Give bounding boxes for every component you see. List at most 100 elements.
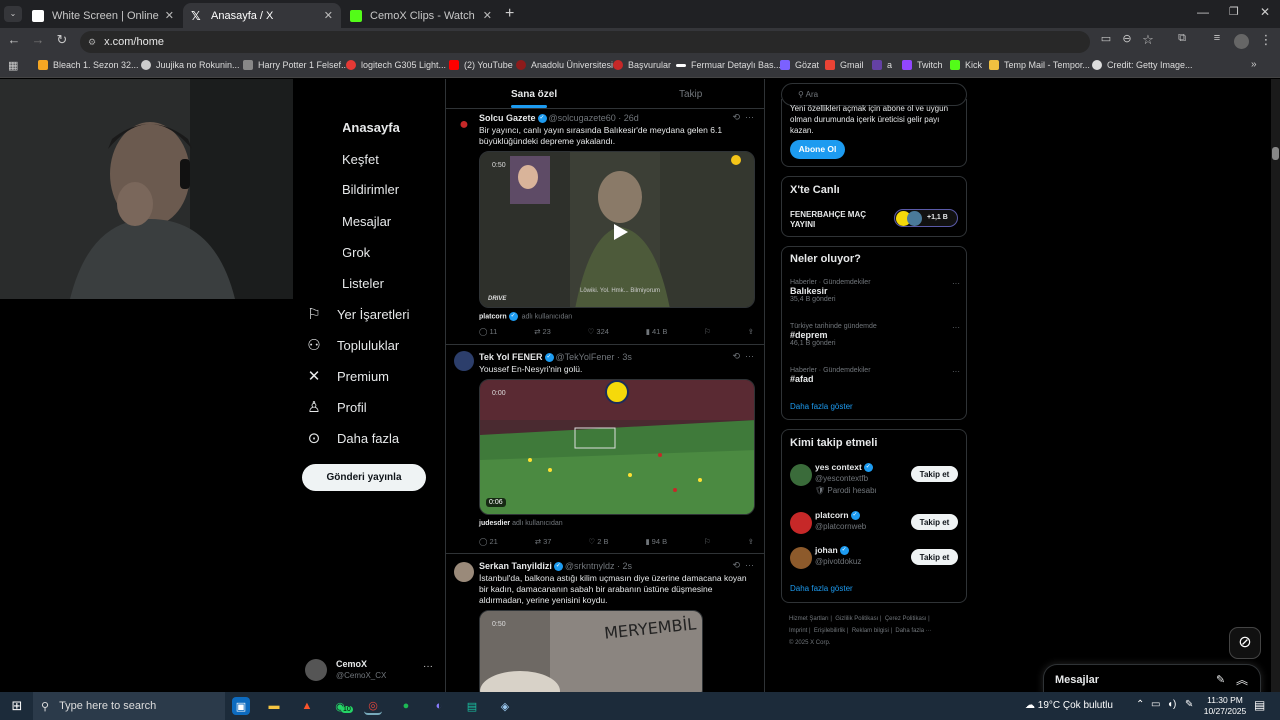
trend-item[interactable]: Haberler · Gündemdekiler Balıkesir 35,4 … [790, 279, 960, 303]
follow-button[interactable]: Takip et [911, 549, 958, 565]
whatsapp-icon[interactable]: ◉ 10 [331, 697, 353, 715]
footer-link[interactable]: Reklam bilgisi [852, 628, 889, 634]
trend-item[interactable]: Haberler · Gündemdekiler #afad ··· [790, 367, 960, 384]
tweet-video[interactable]: 0:00 0:06 [479, 379, 755, 515]
star-icon[interactable]: ☆ [1138, 32, 1158, 48]
tweet-video[interactable]: 0:50 Löwiki. Yol. Hmk... Bilmiyorum DRIV… [479, 151, 755, 308]
grok-icon[interactable]: ⟲ [732, 351, 740, 361]
back-icon[interactable]: ← [4, 32, 24, 47]
bookmark-gozat[interactable]: Gözat [780, 60, 819, 70]
account-switcher[interactable]: CemoX @CemoX_CX ··· [305, 657, 440, 683]
tweet-menu[interactable]: ⟲ ··· [732, 351, 754, 362]
live-avatars[interactable]: +1,1 B [894, 209, 958, 227]
network-icon[interactable]: ▭ [1151, 699, 1160, 710]
tab-for-you[interactable]: Sana özel [511, 89, 557, 100]
bookmark-getty[interactable]: Credit: Getty Image... [1092, 60, 1193, 70]
bookmark-fermuar[interactable]: Fermuar Detaylı Bas... [676, 60, 781, 70]
video-credit[interactable]: platcorn ✓ adlı kullanıcıdan [479, 312, 572, 321]
bookmark-kick[interactable]: Kick [950, 60, 982, 70]
media-controls-icon[interactable]: ≡ [1207, 32, 1227, 44]
post-button[interactable]: Gönderi yayınla [302, 464, 426, 491]
bookmark-anadolu[interactable]: Anadolu Üniversitesi [516, 60, 613, 70]
more-icon[interactable]: ··· [423, 661, 433, 672]
task-view-icon[interactable]: ▣ [232, 697, 250, 715]
bookmark-a[interactable]: a [872, 60, 892, 70]
close-tab-icon[interactable]: ✕ [483, 9, 492, 22]
tweet-avatar[interactable]: ● [454, 115, 474, 135]
tweet-author[interactable]: Tek Yol FENER ✓ @TekYolFener · 3s [479, 352, 632, 363]
trend-item[interactable]: Türkiye tarihinde gündemde #deprem 46,1 … [790, 323, 960, 347]
repost-button[interactable]: ⇄ 37 [535, 537, 552, 546]
suggestion-item[interactable]: platcorn ✓ @platcornweb Takip et [782, 510, 966, 538]
more-icon[interactable]: ··· [745, 112, 754, 122]
grok-icon[interactable]: ⟲ [732, 560, 740, 570]
bookmark-bleach[interactable]: Bleach 1. Sezon 32... [38, 60, 139, 70]
views-button[interactable]: ▮ 41 B [646, 327, 668, 336]
follow-button[interactable]: Takip et [911, 466, 958, 482]
bookmark-basvurular[interactable]: Başvurular [613, 60, 671, 70]
tweet-author[interactable]: Serkan Tanyildizi ✓ @srkntnyldz · 2s [479, 561, 632, 572]
tweet-menu[interactable]: ⟲ ··· [732, 112, 754, 123]
page-scrollbar[interactable] [1271, 79, 1280, 692]
like-button[interactable]: ♡ 2 B [588, 537, 608, 546]
tweet[interactable]: ● Solcu Gazete ✓ @solcugazete60 · 26d ⟲ ··… [446, 109, 764, 345]
views-button[interactable]: ▮ 94 B [645, 537, 667, 546]
tray-overflow-icon[interactable]: ⌃ [1136, 699, 1144, 710]
messages-drawer[interactable]: Mesajlar ✎ ︽ [1043, 664, 1261, 692]
follow-button[interactable]: Takip et [911, 514, 958, 530]
grok-floating-button[interactable]: ⊘ [1229, 627, 1261, 659]
clock[interactable]: 11:30 PM 10/27/2025 [1202, 695, 1248, 717]
nav-profile[interactable]: ♙ Profil [305, 398, 366, 416]
tweet-video[interactable]: 0:50 MERYEMBİL [479, 610, 703, 692]
video-credit[interactable]: judesdier adlı kullanıcıdan [479, 520, 563, 527]
site-info-icon[interactable]: ⚙ [88, 37, 96, 48]
taskbar-search[interactable]: ⚲ Type here to search [33, 692, 225, 720]
grok-icon[interactable]: ⟲ [732, 112, 740, 122]
nav-more[interactable]: ⊙ Daha fazla [305, 429, 399, 447]
volume-icon[interactable]: ◖) [1167, 699, 1176, 710]
more-icon[interactable]: ··· [952, 367, 960, 376]
zoom-icon[interactable]: ⊖ [1117, 32, 1137, 45]
spotify-icon[interactable]: ● [397, 697, 415, 715]
chrome-icon[interactable]: ◎ [364, 697, 382, 715]
discord-icon[interactable]: ◐ [430, 697, 448, 715]
tab-cemox-clips[interactable]: CemoX Clips - Watch Live on K ✕ [342, 3, 500, 28]
share-button[interactable]: ⇪ [748, 327, 754, 336]
bookmark-harry-potter[interactable]: Harry Potter 1 Felsef... [243, 60, 349, 70]
live-event[interactable]: FENERBAHÇE MAÇ YAYINI [790, 210, 870, 230]
tweet-menu[interactable]: ⟲ ··· [732, 560, 754, 571]
scrollbar-thumb[interactable] [1272, 147, 1279, 160]
nav-premium[interactable]: ✕ Premium [305, 367, 389, 385]
notification-center-icon[interactable]: ▤ [1254, 698, 1265, 712]
footer-link[interactable]: Daha fazla ··· [895, 628, 931, 634]
tweet-author[interactable]: Solcu Gazete ✓ @solcugazete60 · 26d [479, 113, 639, 124]
suggestion-item[interactable]: johan ✓ @pivotdokuz Takip et [782, 545, 966, 573]
minimize-icon[interactable]: — [1197, 5, 1209, 19]
more-icon[interactable]: ··· [952, 279, 960, 288]
close-window-icon[interactable]: ✕ [1260, 5, 1270, 19]
nav-bookmarks[interactable]: ⚐ Yer İşaretleri [305, 305, 409, 323]
bookmarks-overflow-icon[interactable]: » [1251, 59, 1257, 70]
file-explorer-icon[interactable]: ▬ [265, 697, 283, 715]
show-more-trends[interactable]: Daha fazla göster [790, 402, 853, 411]
tab-white-screen[interactable]: White Screen | Online Tool ✕ [24, 3, 182, 28]
install-app-icon[interactable]: ▭ [1096, 32, 1116, 45]
bookmark-juujika[interactable]: Juujika no Rokunin... [141, 60, 240, 70]
nav-communities[interactable]: ⚇ Topluluklar [305, 336, 399, 354]
close-tab-icon[interactable]: ✕ [165, 9, 174, 22]
bookmark-button[interactable]: ⚐ [704, 537, 711, 546]
like-button[interactable]: ♡ 324 [588, 327, 609, 336]
tab-following[interactable]: Takip [679, 89, 702, 100]
steam-icon[interactable]: ◈ [496, 697, 514, 715]
close-tab-icon[interactable]: ✕ [324, 9, 333, 22]
footer-link[interactable]: Gizlilik Politikası [835, 616, 878, 622]
forward-icon[interactable]: → [28, 32, 48, 47]
repost-button[interactable]: ⇄ 23 [534, 327, 551, 336]
weather-widget[interactable]: ☁ 19°C Çok bulutlu [1025, 700, 1113, 711]
new-message-icon[interactable]: ✎ [1216, 673, 1225, 686]
new-tab-button[interactable]: + [505, 5, 514, 23]
more-icon[interactable]: ··· [745, 560, 754, 570]
tweet[interactable]: Tek Yol FENER ✓ @TekYolFener · 3s ⟲ ··· Yo… [446, 345, 764, 554]
profile-avatar[interactable] [1234, 34, 1249, 49]
more-icon[interactable]: ··· [745, 351, 754, 361]
